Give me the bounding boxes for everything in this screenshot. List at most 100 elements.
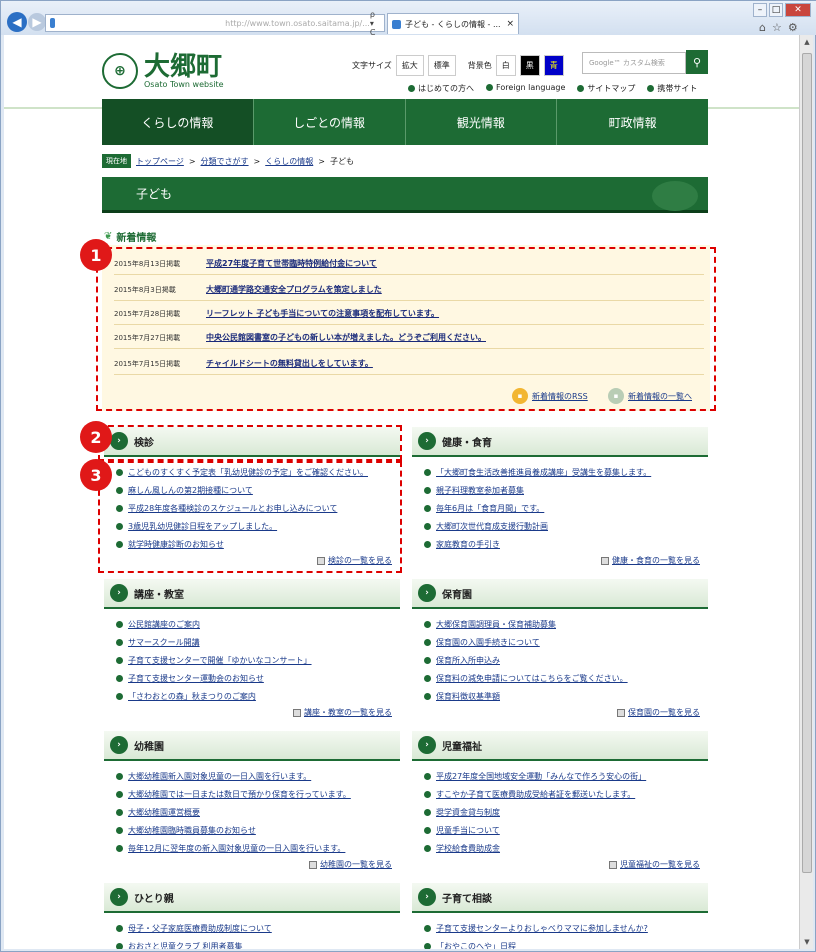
list-item[interactable]: 大郷幼稚園では一日または数日で預かり保育を行っています。 — [116, 785, 392, 803]
section-hoikuen: › 保育園 大郷保育園調理員・保育補助募集 保育園の入園手続きについて 保育所入所… — [412, 579, 708, 718]
vertical-scrollbar[interactable]: ▲ ▼ — [799, 35, 813, 949]
fontsize-enlarge-button[interactable]: 拡大 — [395, 55, 424, 76]
breadcrumb-link[interactable]: くらしの情報 — [265, 156, 313, 167]
section-heading[interactable]: › 児童福祉 — [412, 731, 708, 761]
section-heading[interactable]: › 講座・教室 — [104, 579, 400, 609]
list-item[interactable]: 家庭教育の手引き — [424, 535, 700, 553]
list-item[interactable]: 公民館講座のご案内 — [116, 615, 392, 633]
back-icon[interactable]: ◀ — [7, 12, 27, 32]
scroll-up-icon[interactable]: ▲ — [800, 35, 814, 49]
list-item[interactable]: 大郷幼稚園運営概要 — [116, 803, 392, 821]
section-sodan: › 子育て相談 子育て支援センターよりおしゃべりママに参加しませんか? 「おやこの… — [412, 883, 708, 949]
global-nav: くらしの情報 しごとの情報 観光情報 町政情報 — [102, 99, 708, 145]
header-link[interactable]: サイトマップ — [577, 83, 635, 94]
section-jido: › 児童福祉 平成27年度全国地域安全運動「みんなで作ろう安心の街」 すこやか子育… — [412, 731, 708, 870]
more-link[interactable]: 講座・教室の一覧を見る — [116, 707, 392, 718]
list-item[interactable]: 子育て支援センターで開催「ゆかいなコンサート」 — [116, 651, 392, 669]
list-item[interactable]: 毎年12月に翌年度の新入園対象児童の一日入園を行います。 — [116, 839, 392, 857]
section-heading[interactable]: › 子育て相談 — [412, 883, 708, 913]
header-link[interactable]: Foreign language — [486, 83, 565, 94]
scrollbar-thumb[interactable] — [802, 53, 812, 873]
nav-kanko[interactable]: 観光情報 — [406, 99, 558, 145]
list-item[interactable]: 学校給食費助成金 — [424, 839, 700, 857]
list-item[interactable]: 保育料徴収基準額 — [424, 687, 700, 705]
more-link[interactable]: 保育園の一覧を見る — [424, 707, 700, 718]
minimize-icon[interactable]: – — [753, 3, 767, 17]
list-item[interactable]: 児童手当について — [424, 821, 700, 839]
section-yochien: › 幼稚園 大郷幼稚園新入園対象児童の一日入園を行います。 大郷幼稚園では一日また… — [104, 731, 400, 870]
header-link[interactable]: 携帯サイト — [647, 83, 697, 94]
list-item[interactable]: すこやか子育て医療費助成受給者証を郵送いたします。 — [424, 785, 700, 803]
nav-chosei[interactable]: 町政情報 — [557, 99, 708, 145]
home-icon[interactable]: ⌂ — [759, 21, 766, 34]
section-heading[interactable]: › 健康・食育 — [412, 427, 708, 457]
list-item[interactable]: 「おやこのへや」日程 — [424, 937, 700, 949]
site-subtitle: Osato Town website — [144, 79, 224, 89]
search-icon[interactable]: ⚲ — [686, 50, 708, 74]
gear-icon[interactable]: ⚙ — [788, 21, 798, 34]
fontsize-label: 文字サイズ — [352, 61, 392, 70]
ie-icon — [50, 18, 56, 28]
list-item[interactable]: 子育て支援センター運動会のお知らせ — [116, 669, 392, 687]
list-item[interactable]: 子育て支援センターよりおしゃべりママに参加しませんか? — [424, 919, 700, 937]
address-url: http://www.town.osato.saitama.jp/... — [225, 18, 370, 28]
bg-white-button[interactable]: 白 — [495, 55, 516, 76]
more-link[interactable]: 健康・食育の一覧を見る — [424, 555, 700, 566]
section-heading[interactable]: › ひとり親 — [104, 883, 400, 913]
list-item[interactable]: 保育園の入園手続きについて — [424, 633, 700, 651]
section-koza: › 講座・教室 公民館講座のご案内 サマースクール開講 子育て支援センターで開催「… — [104, 579, 400, 718]
leaf-icon: ❦ — [104, 231, 113, 242]
list-item[interactable]: 「大郷町食生活改善推進員養成講座」受講生を募集します。 — [424, 463, 700, 481]
browser-toolbar: ◀ ▶ http://www.town.osato.saitama.jp/...… — [1, 1, 816, 37]
list-item[interactable]: 大郷町次世代育成支援行動計画 — [424, 517, 700, 535]
scroll-down-icon[interactable]: ▼ — [800, 935, 814, 949]
breadcrumb: 現在地 トップページ > 分類でさがす > くらしの情報 > 子ども — [102, 154, 354, 168]
address-bar[interactable]: http://www.town.osato.saitama.jp/... ρ ▾… — [45, 10, 385, 37]
chevron-right-icon: › — [418, 888, 436, 906]
header-link[interactable]: はじめての方へ — [408, 83, 474, 94]
browser-tab[interactable]: 子ども - くらしの情報 - ... × — [387, 13, 519, 34]
list-item[interactable]: 大郷保育園調理員・保育補助募集 — [424, 615, 700, 633]
breadcrumb-here: 現在地 — [102, 154, 131, 168]
close-icon[interactable]: × — [506, 19, 514, 29]
bgcolor-label: 背景色 — [467, 61, 492, 70]
more-link[interactable]: 児童福祉の一覧を見る — [424, 859, 700, 870]
list-item[interactable]: 保育所入所申込み — [424, 651, 700, 669]
list-item[interactable]: 平成27年度全国地域安全運動「みんなで作ろう安心の街」 — [424, 767, 700, 785]
chevron-right-icon: › — [110, 888, 128, 906]
annotation-badge-1: 1 — [80, 239, 112, 271]
forward-icon[interactable]: ▶ — [28, 13, 46, 31]
list-item[interactable]: 保育料の減免申請についてはこちらをご覧ください。 — [424, 669, 700, 687]
section-heading[interactable]: › 保育園 — [412, 579, 708, 609]
list-item[interactable]: 奨学資金貸与制度 — [424, 803, 700, 821]
town-emblem-icon: ⊕ — [102, 53, 138, 89]
list-item[interactable]: 「さわおとの森」秋まつりのご案内 — [116, 687, 392, 705]
maximize-icon[interactable]: □ — [769, 3, 783, 17]
bg-blue-button[interactable]: 青 — [543, 55, 564, 76]
star-icon[interactable]: ☆ — [772, 21, 782, 34]
section-hitorioya: › ひとり親 母子・父子家庭医療費助成制度について おおさと児童クラブ 利用者募集 — [104, 883, 400, 949]
site-search-input[interactable]: Google™ カスタム検索 — [582, 52, 686, 74]
breadcrumb-link[interactable]: 分類でさがす — [201, 156, 249, 167]
annotation-box-3 — [98, 461, 402, 573]
breadcrumb-current: 子ども — [329, 156, 354, 166]
list-item[interactable]: 大郷幼稚園新入園対象児童の一日入園を行います。 — [116, 767, 392, 785]
list-item[interactable]: 毎年6月は「食育月間」です。 — [424, 499, 700, 517]
address-search-icon[interactable]: ρ ▾ C — [370, 10, 380, 37]
accessibility-tools: 文字サイズ 拡大 標準 背景色 白 黒 青 — [352, 55, 564, 76]
bg-black-button[interactable]: 黒 — [519, 55, 540, 76]
section-heading[interactable]: › 幼稚園 — [104, 731, 400, 761]
window-close-icon[interactable]: ✕ — [785, 3, 811, 17]
list-item[interactable]: サマースクール開講 — [116, 633, 392, 651]
list-item[interactable]: 親子料理教室参加者募集 — [424, 481, 700, 499]
list-item[interactable]: 母子・父子家庭医療費助成制度について — [116, 919, 392, 937]
nav-kurashi[interactable]: くらしの情報 — [102, 99, 254, 145]
header-links: はじめての方へ Foreign language サイトマップ 携帯サイト — [408, 83, 697, 94]
breadcrumb-link[interactable]: トップページ — [136, 156, 184, 167]
nav-shigoto[interactable]: しごとの情報 — [254, 99, 406, 145]
fontsize-standard-button[interactable]: 標準 — [427, 55, 456, 76]
list-item[interactable]: 大郷幼稚園臨時職員募集のお知らせ — [116, 821, 392, 839]
list-item[interactable]: おおさと児童クラブ 利用者募集 — [116, 937, 392, 949]
more-link[interactable]: 幼稚園の一覧を見る — [116, 859, 392, 870]
site-logo[interactable]: ⊕ 大郷町 Osato Town website — [102, 53, 224, 89]
